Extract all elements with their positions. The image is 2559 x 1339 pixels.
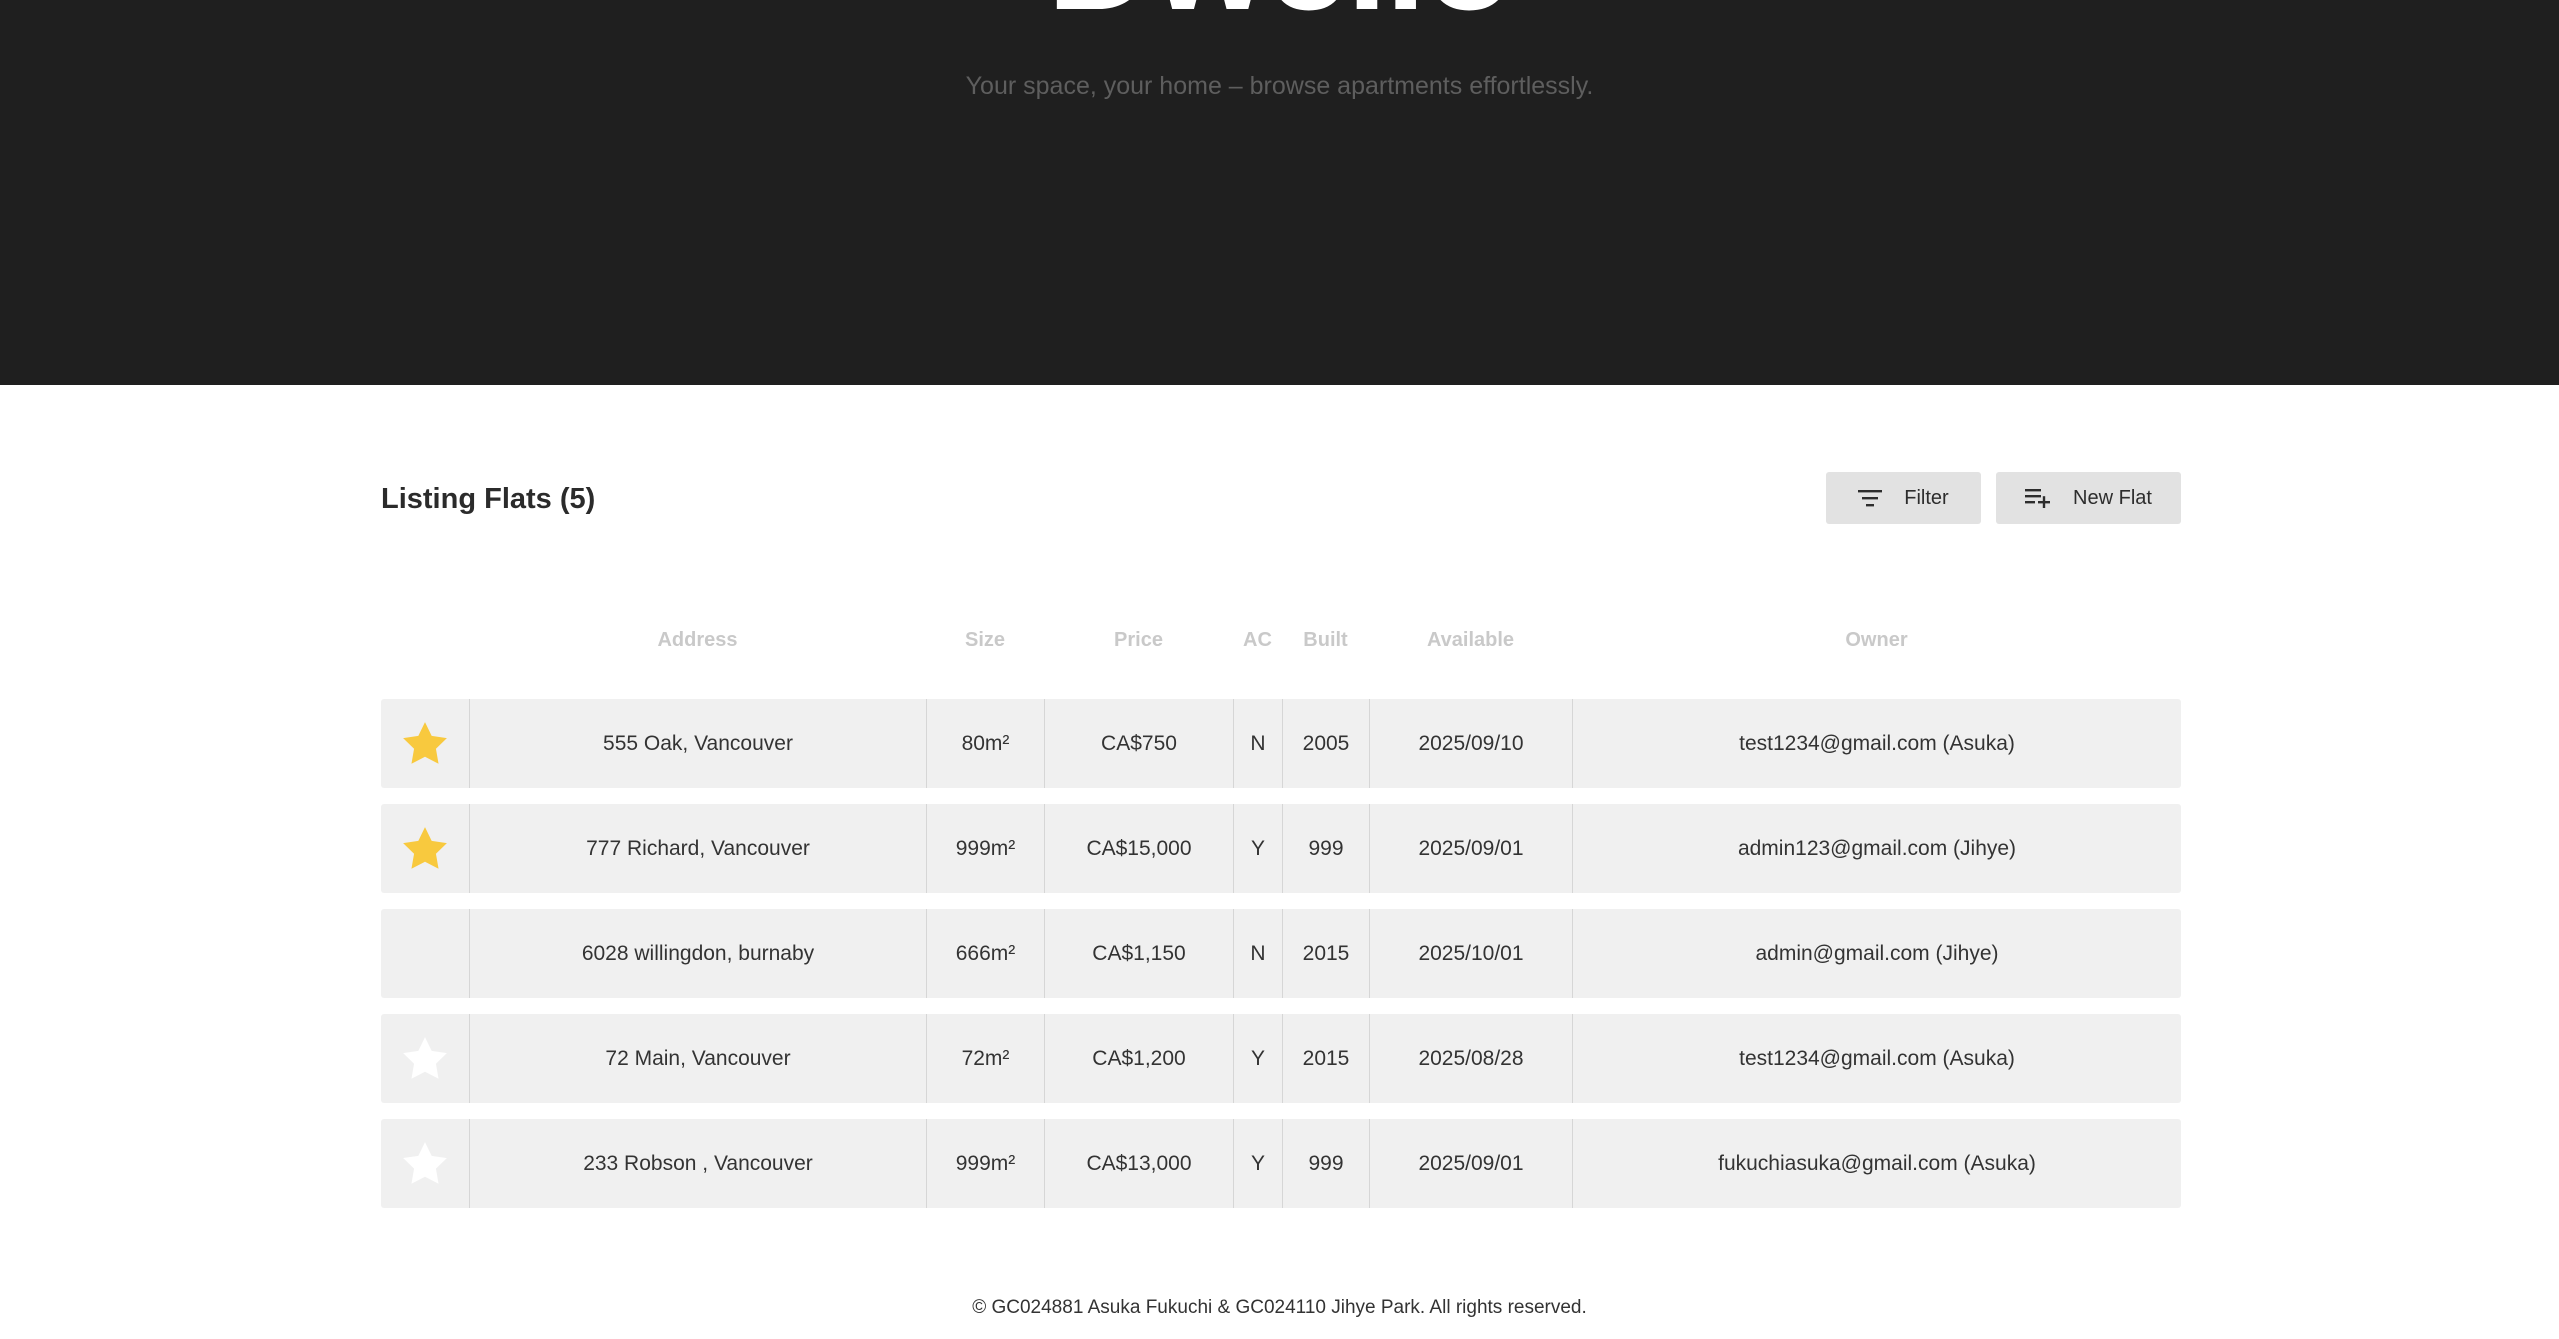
favorite-cell[interactable]: [381, 909, 469, 998]
cell-available: 2025/09/01: [1369, 1119, 1572, 1208]
listing-heading: Listing Flats (5): [381, 483, 596, 515]
star-filled-icon[interactable]: [400, 719, 450, 769]
column-header-built: Built: [1303, 629, 1348, 651]
table-row[interactable]: 6028 willingdon, burnaby 666m² CA$1,150 N 20…: [381, 909, 2181, 998]
cell-ac: Y: [1233, 804, 1282, 893]
cell-ac: N: [1233, 699, 1282, 788]
cell-address: 233 Robson , Vancouver: [469, 1119, 926, 1208]
column-header-price: Price: [1114, 629, 1163, 651]
cell-price: CA$750: [1044, 699, 1233, 788]
cell-ac: Y: [1233, 1119, 1282, 1208]
cell-built: 999: [1282, 804, 1369, 893]
column-header-owner: Owner: [1845, 629, 1908, 651]
cell-size: 999m²: [926, 1119, 1044, 1208]
favorite-cell[interactable]: [381, 1119, 469, 1208]
column-header-address: Address: [657, 629, 738, 651]
hero-banner: Dwello Your space, your home – browse ap…: [0, 0, 2559, 385]
cell-address: 555 Oak, Vancouver: [469, 699, 926, 788]
cell-owner: admin123@gmail.com (Jihye): [1572, 804, 2181, 893]
cell-size: 999m²: [926, 804, 1044, 893]
cell-owner: test1234@gmail.com (Asuka): [1572, 1014, 2181, 1103]
cell-built: 2015: [1282, 909, 1369, 998]
favorite-cell[interactable]: [381, 699, 469, 788]
star-filled-icon[interactable]: [400, 824, 450, 874]
filter-icon: [1858, 489, 1883, 507]
cell-available: 2025/09/01: [1369, 804, 1572, 893]
app-title: Dwello: [0, 0, 2559, 32]
table-row[interactable]: 555 Oak, Vancouver 80m² CA$750 N 2005 2025/09…: [381, 699, 2181, 788]
cell-owner: test1234@gmail.com (Asuka): [1572, 699, 2181, 788]
cell-owner: fukuchiasuka@gmail.com (Asuka): [1572, 1119, 2181, 1208]
filter-button-label: Filter: [1904, 486, 1949, 509]
cell-built: 2005: [1282, 699, 1369, 788]
star-icon[interactable]: [400, 1139, 450, 1189]
cell-available: 2025/10/01: [1369, 909, 1572, 998]
table-row[interactable]: 72 Main, Vancouver 72m² CA$1,200 Y 2015 2025/…: [381, 1014, 2181, 1103]
cell-built: 2015: [1282, 1014, 1369, 1103]
filter-button[interactable]: Filter: [1826, 472, 1981, 524]
new-flat-button-label: New Flat: [2073, 486, 2152, 509]
cell-available: 2025/08/28: [1369, 1014, 1572, 1103]
new-flat-button[interactable]: New Flat: [1996, 472, 2181, 524]
favorite-cell[interactable]: [381, 1014, 469, 1103]
column-header-available: Available: [1426, 629, 1515, 651]
favorite-cell[interactable]: [381, 804, 469, 893]
star-icon[interactable]: [400, 1034, 450, 1084]
playlist-add-icon: [2025, 488, 2051, 508]
cell-size: 80m²: [926, 699, 1044, 788]
table-row[interactable]: 233 Robson , Vancouver 999m² CA$13,000 Y 999…: [381, 1119, 2181, 1208]
cell-price: CA$13,000: [1044, 1119, 1233, 1208]
cell-ac: Y: [1233, 1014, 1282, 1103]
cell-built: 999: [1282, 1119, 1369, 1208]
cell-ac: N: [1233, 909, 1282, 998]
cell-price: CA$15,000: [1044, 804, 1233, 893]
cell-address: 72 Main, Vancouver: [469, 1014, 926, 1103]
column-header-size: Size: [964, 629, 1006, 651]
cell-available: 2025/09/10: [1369, 699, 1572, 788]
cell-address: 777 Richard, Vancouver: [469, 804, 926, 893]
footer-copyright: © GC024881 Asuka Fukuchi & GC024110 Jihy…: [972, 1297, 1587, 1318]
cell-size: 666m²: [926, 909, 1044, 998]
cell-address: 6028 willingdon, burnaby: [469, 909, 926, 998]
app-subtitle: Your space, your home – browse apartment…: [965, 72, 1594, 100]
cell-price: CA$1,150: [1044, 909, 1233, 998]
table-row[interactable]: 777 Richard, Vancouver 999m² CA$15,000 Y 999…: [381, 804, 2181, 893]
cell-price: CA$1,200: [1044, 1014, 1233, 1103]
column-header-ac: AC: [1243, 629, 1272, 651]
cell-owner: admin@gmail.com (Jihye): [1572, 909, 2181, 998]
cell-size: 72m²: [926, 1014, 1044, 1103]
